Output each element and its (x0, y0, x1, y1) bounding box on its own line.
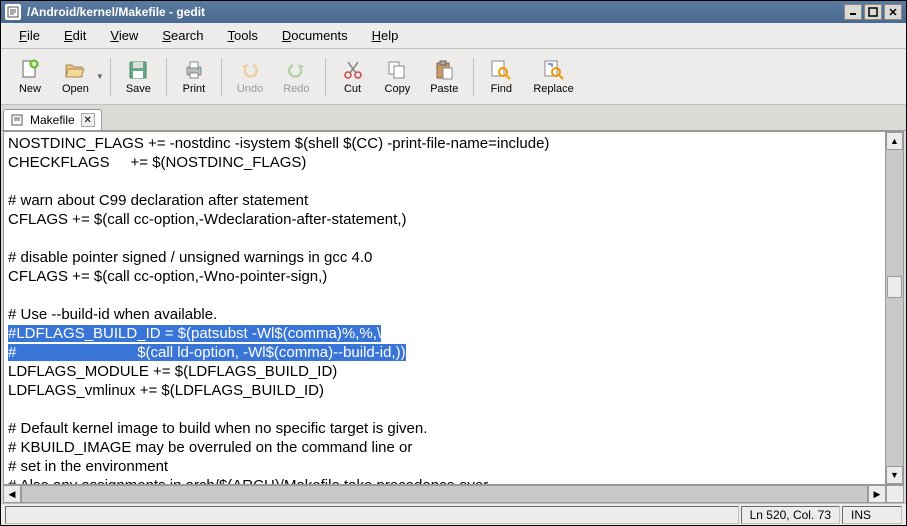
scroll-track[interactable] (886, 150, 903, 466)
separator (166, 58, 167, 96)
menubar: File Edit View Search Tools Documents He… (1, 23, 906, 49)
save-label: Save (126, 83, 151, 95)
print-icon (182, 58, 206, 82)
replace-label: Replace (533, 83, 573, 95)
scroll-right-button[interactable]: ▶ (868, 485, 886, 503)
scroll-thumb[interactable] (887, 276, 902, 298)
file-icon (10, 113, 24, 127)
open-button[interactable]: Open (53, 55, 98, 98)
window-title: /Android/kernel/Makefile - gedit (27, 5, 844, 19)
redo-label: Redo (283, 83, 309, 95)
open-dropdown[interactable]: ▼ (96, 72, 104, 81)
menu-help[interactable]: Help (362, 26, 409, 45)
find-label: Find (491, 83, 512, 95)
copy-icon (385, 58, 409, 82)
paste-label: Paste (430, 83, 458, 95)
titlebar: /Android/kernel/Makefile - gedit (1, 1, 906, 23)
undo-icon (238, 58, 262, 82)
find-icon (489, 58, 513, 82)
separator (473, 58, 474, 96)
copy-label: Copy (385, 83, 411, 95)
menu-edit[interactable]: Edit (54, 26, 96, 45)
redo-icon (284, 58, 308, 82)
editor-area: NOSTDINC_FLAGS += -nostdinc -isystem $(s… (3, 131, 904, 485)
scroll-down-button[interactable]: ▼ (886, 466, 903, 484)
status-message (5, 506, 739, 524)
scroll-left-button[interactable]: ◀ (3, 485, 21, 503)
selected-text: # $(call ld-option, -Wl$(comma)--build-i… (8, 344, 406, 361)
toolbar: New Open ▼ Save Print Undo Redo Cut Copy… (1, 49, 906, 105)
tabbar: Makefile ✕ (1, 105, 906, 131)
copy-button[interactable]: Copy (376, 55, 420, 98)
new-icon (18, 58, 42, 82)
statusbar: Ln 520, Col. 73 INS (1, 503, 906, 525)
cut-button[interactable]: Cut (332, 55, 374, 98)
open-label: Open (62, 83, 89, 95)
vertical-scrollbar[interactable]: ▲ ▼ (885, 132, 903, 484)
undo-label: Undo (237, 83, 263, 95)
minimize-button[interactable] (844, 4, 862, 20)
redo-button[interactable]: Redo (274, 55, 318, 98)
scroll-up-button[interactable]: ▲ (886, 132, 903, 150)
new-label: New (19, 83, 41, 95)
find-button[interactable]: Find (480, 55, 522, 98)
text-editor[interactable]: NOSTDINC_FLAGS += -nostdinc -isystem $(s… (4, 132, 885, 484)
open-icon (63, 58, 87, 82)
save-icon (126, 58, 150, 82)
maximize-button[interactable] (864, 4, 882, 20)
close-button[interactable] (884, 4, 902, 20)
window-controls (844, 4, 902, 20)
undo-button[interactable]: Undo (228, 55, 272, 98)
print-button[interactable]: Print (173, 55, 215, 98)
menu-tools[interactable]: Tools (218, 26, 268, 45)
paste-button[interactable]: Paste (421, 55, 467, 98)
app-icon (5, 4, 21, 20)
selected-text: #LDFLAGS_BUILD_ID = $(patsubst -Wl$(comm… (8, 325, 381, 342)
separator (221, 58, 222, 96)
menu-search[interactable]: Search (152, 26, 213, 45)
cursor-position: Ln 520, Col. 73 (741, 506, 840, 524)
cut-icon (341, 58, 365, 82)
insert-mode: INS (842, 506, 902, 524)
save-button[interactable]: Save (117, 55, 160, 98)
cut-label: Cut (344, 83, 361, 95)
paste-icon (432, 58, 456, 82)
hscroll-track[interactable] (21, 485, 868, 503)
tab-makefile[interactable]: Makefile ✕ (3, 109, 102, 130)
menu-file[interactable]: File (9, 26, 50, 45)
print-label: Print (183, 83, 206, 95)
new-button[interactable]: New (9, 55, 51, 98)
tab-close-button[interactable]: ✕ (81, 113, 95, 127)
separator (325, 58, 326, 96)
menu-view[interactable]: View (100, 26, 148, 45)
separator (110, 58, 111, 96)
horizontal-scrollbar[interactable]: ◀ ▶ (3, 485, 904, 503)
menu-documents[interactable]: Documents (272, 26, 358, 45)
replace-button[interactable]: Replace (524, 55, 582, 98)
tab-label: Makefile (30, 113, 75, 127)
replace-icon (542, 58, 566, 82)
scroll-corner (886, 485, 904, 503)
